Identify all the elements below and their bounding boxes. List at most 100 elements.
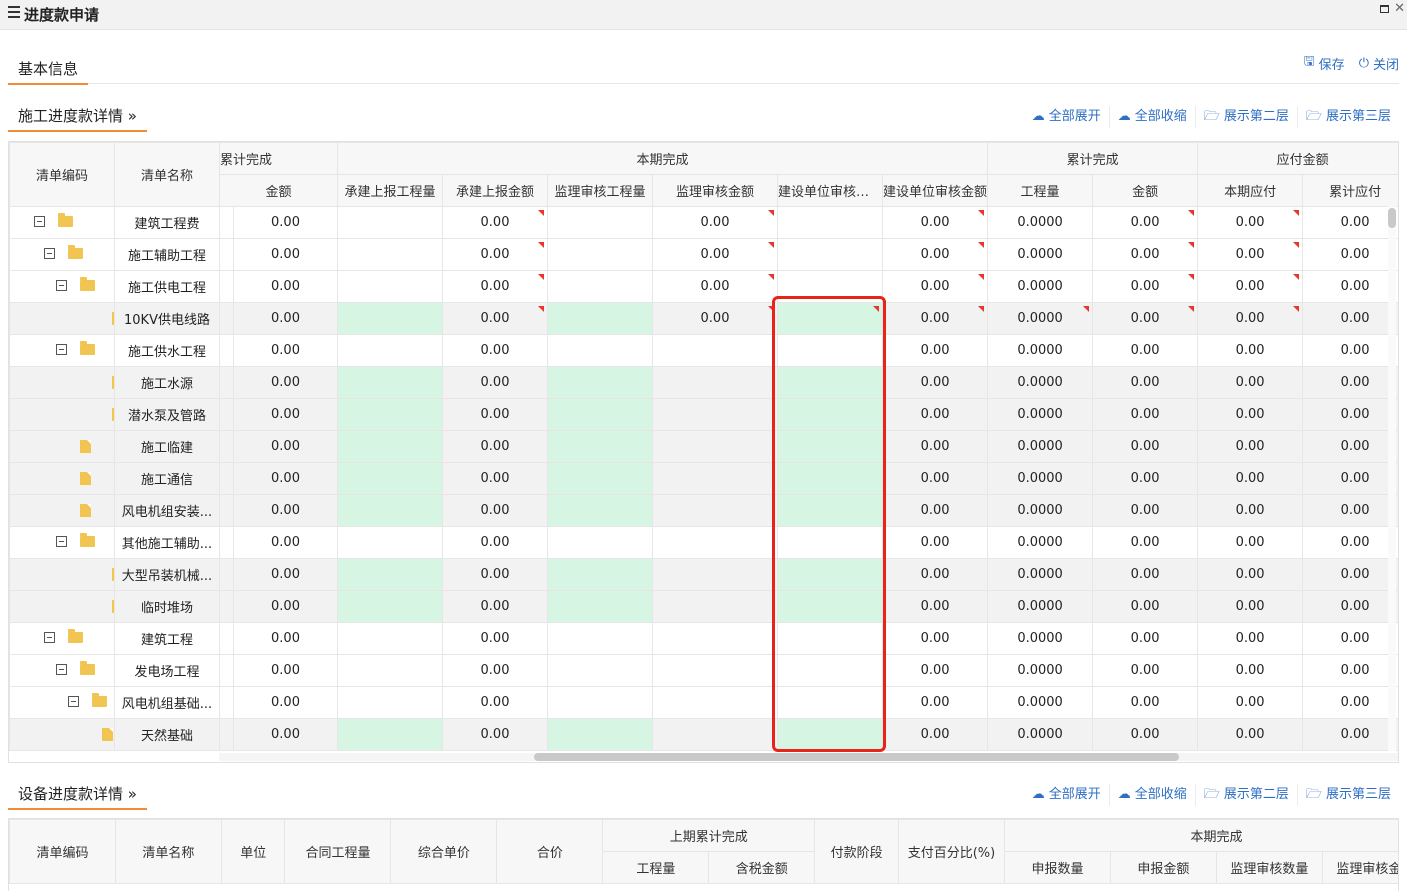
owner-qty-cell[interactable] — [777, 366, 884, 399]
close-icon[interactable]: ✕ — [1394, 1, 1405, 16]
header-code[interactable]: 清单编码 — [9, 142, 115, 207]
header-total[interactable]: 合价 — [496, 819, 604, 884]
collapse-all-button[interactable]: ☁ 全部收缩 — [1108, 106, 1195, 128]
header-prev-amount[interactable]: 含税金额 — [708, 851, 816, 884]
collapse-icon[interactable] — [44, 248, 55, 259]
header-code[interactable]: 清单编码 — [9, 819, 116, 884]
collapse-icon[interactable] — [56, 536, 67, 547]
table-row[interactable]: 风电机组基础... 0.00 0.00 0.00 0.0000 0.00 0.00 0.00 — [9, 686, 1398, 719]
header-prev-amount[interactable]: 金额 — [218, 174, 339, 207]
header-contractor-amount[interactable]: 承建上报金额 — [442, 174, 549, 207]
contractor-qty-cell[interactable] — [337, 718, 444, 751]
header-supervisor-amount[interactable]: 监理审核金额 — [1321, 851, 1398, 884]
collapse-icon[interactable] — [44, 632, 55, 643]
supervisor-qty-cell[interactable] — [547, 590, 654, 623]
tab-construction-progress[interactable]: 施工进度款详情 » — [8, 102, 147, 132]
table-row[interactable]: 10KV供电线路 0.00 0.00 0.00 0.00 0.0000 0.00 0.00 0.… — [9, 302, 1398, 335]
contractor-qty-cell[interactable] — [337, 558, 444, 591]
owner-qty-cell[interactable] — [777, 430, 884, 463]
collapse-icon[interactable] — [34, 216, 45, 227]
header-pay-cum[interactable]: 累计应付 — [1302, 174, 1398, 207]
header-prev-qty[interactable]: 工程量 — [602, 851, 710, 884]
maximize-icon[interactable] — [1380, 5, 1389, 13]
show-level2-button[interactable]: 🗁 展示第二层 — [1194, 784, 1297, 806]
tree-cell[interactable] — [9, 462, 115, 495]
tree-cell[interactable] — [9, 686, 115, 719]
contractor-qty-cell[interactable] — [337, 366, 444, 399]
supervisor-qty-cell[interactable] — [547, 366, 654, 399]
tree-cell[interactable] — [9, 494, 115, 527]
table-row[interactable]: 施工临建 0.00 0.00 0.00 0.0000 0.00 0.00 0.00 — [9, 430, 1398, 463]
header-unit[interactable]: 单位 — [220, 819, 286, 884]
supervisor-qty-cell[interactable] — [547, 430, 654, 463]
owner-qty-cell[interactable] — [777, 398, 884, 431]
header-contractor-qty[interactable]: 承建上报工程量 — [337, 174, 444, 207]
tree-cell[interactable] — [9, 398, 115, 431]
supervisor-qty-cell[interactable] — [547, 494, 654, 527]
header-cum-qty[interactable]: 工程量 — [987, 174, 1094, 207]
table-row[interactable]: 天然基础 0.00 0.00 0.00 0.0000 0.00 0.00 0.00 — [9, 718, 1398, 751]
collapse-icon[interactable] — [56, 344, 67, 355]
expand-all-button[interactable]: ☁ 全部展开 — [1024, 784, 1109, 806]
show-level2-button[interactable]: 🗁 展示第二层 — [1194, 106, 1297, 128]
header-cum-amount[interactable]: 金额 — [1092, 174, 1199, 207]
header-unit-price[interactable]: 综合单价 — [390, 819, 498, 884]
tree-cell[interactable] — [9, 366, 115, 399]
contractor-qty-cell[interactable] — [337, 494, 444, 527]
table-row[interactable]: 施工水源 0.00 0.00 0.00 0.0000 0.00 0.00 0.00 — [9, 366, 1398, 399]
table-row[interactable]: 其他施工辅助... 0.00 0.00 0.00 0.0000 0.00 0.00 0.00 — [9, 526, 1398, 559]
owner-qty-cell[interactable] — [777, 718, 884, 751]
tab-basic-info[interactable]: 基本信息 — [8, 55, 89, 85]
header-name[interactable]: 清单名称 — [114, 142, 220, 207]
tree-cell[interactable] — [9, 590, 115, 623]
header-owner-qty[interactable]: 建设单位审核工程量 — [777, 174, 884, 207]
header-owner-amount[interactable]: 建设单位审核金额 — [882, 174, 989, 207]
tree-cell[interactable] — [9, 270, 115, 303]
table-row[interactable]: 施工辅助工程 0.00 0.00 0.00 0.00 0.0000 0.00 0.00 0.00 — [9, 238, 1398, 271]
owner-qty-cell[interactable] — [777, 558, 884, 591]
header-supervisor-qty[interactable]: 监理审核工程量 — [547, 174, 654, 207]
save-button[interactable]: 🖫 保存 — [1304, 52, 1345, 74]
collapse-icon[interactable] — [68, 696, 79, 707]
header-supervisor-amount[interactable]: 监理审核金额 — [652, 174, 779, 207]
table-row[interactable]: 风电机组安装... 0.00 0.00 0.00 0.0000 0.00 0.00 0.00 — [9, 494, 1398, 527]
supervisor-qty-cell[interactable] — [547, 718, 654, 751]
header-pay-current[interactable]: 本期应付 — [1197, 174, 1304, 207]
menu-icon[interactable] — [8, 6, 20, 18]
header-declared-qty[interactable]: 申报数量 — [1003, 851, 1111, 884]
show-level3-button[interactable]: 🗁 展示第三层 — [1296, 106, 1399, 128]
owner-qty-cell[interactable] — [777, 302, 884, 335]
tree-cell[interactable] — [9, 526, 115, 559]
contractor-qty-cell[interactable] — [337, 398, 444, 431]
collapse-icon[interactable] — [56, 664, 67, 675]
owner-qty-cell[interactable] — [777, 590, 884, 623]
table-row[interactable]: 建筑工程 0.00 0.00 0.00 0.0000 0.00 0.00 0.00 — [9, 622, 1398, 655]
tree-cell[interactable] — [9, 206, 115, 239]
contractor-qty-cell[interactable] — [337, 590, 444, 623]
tree-cell[interactable] — [9, 654, 115, 687]
owner-qty-cell[interactable] — [777, 494, 884, 527]
vertical-scrollbar[interactable] — [1388, 206, 1396, 751]
contractor-qty-cell[interactable] — [337, 302, 444, 335]
tab-equipment-progress[interactable]: 设备进度款详情 » — [8, 780, 147, 810]
tree-cell[interactable] — [9, 622, 115, 655]
header-name[interactable]: 清单名称 — [114, 819, 222, 884]
header-declared-amount[interactable]: 申报金额 — [1109, 851, 1217, 884]
header-supervisor-qty[interactable]: 监理审核数量 — [1215, 851, 1323, 884]
expand-all-button[interactable]: ☁ 全部展开 — [1024, 106, 1109, 128]
table-row[interactable]: 施工供水工程 0.00 0.00 0.00 0.0000 0.00 0.00 0.00 — [9, 334, 1398, 367]
tree-cell[interactable] — [9, 558, 115, 591]
supervisor-qty-cell[interactable] — [547, 558, 654, 591]
collapse-icon[interactable] — [56, 280, 67, 291]
tree-cell[interactable] — [9, 334, 115, 367]
close-button[interactable]: ⏻ 关闭 — [1359, 52, 1399, 74]
contractor-qty-cell[interactable] — [337, 430, 444, 463]
table-row[interactable]: 临时堆场 0.00 0.00 0.00 0.0000 0.00 0.00 0.00 — [9, 590, 1398, 623]
owner-qty-cell[interactable] — [777, 462, 884, 495]
table-row[interactable]: 发电场工程 0.00 0.00 0.00 0.0000 0.00 0.00 0.00 — [9, 654, 1398, 687]
collapse-all-button[interactable]: ☁ 全部收缩 — [1108, 784, 1195, 806]
show-level3-button[interactable]: 🗁 展示第三层 — [1296, 784, 1399, 806]
horizontal-scrollbar[interactable] — [219, 753, 1398, 761]
header-pay-stage[interactable]: 付款阶段 — [814, 819, 900, 884]
supervisor-qty-cell[interactable] — [547, 398, 654, 431]
